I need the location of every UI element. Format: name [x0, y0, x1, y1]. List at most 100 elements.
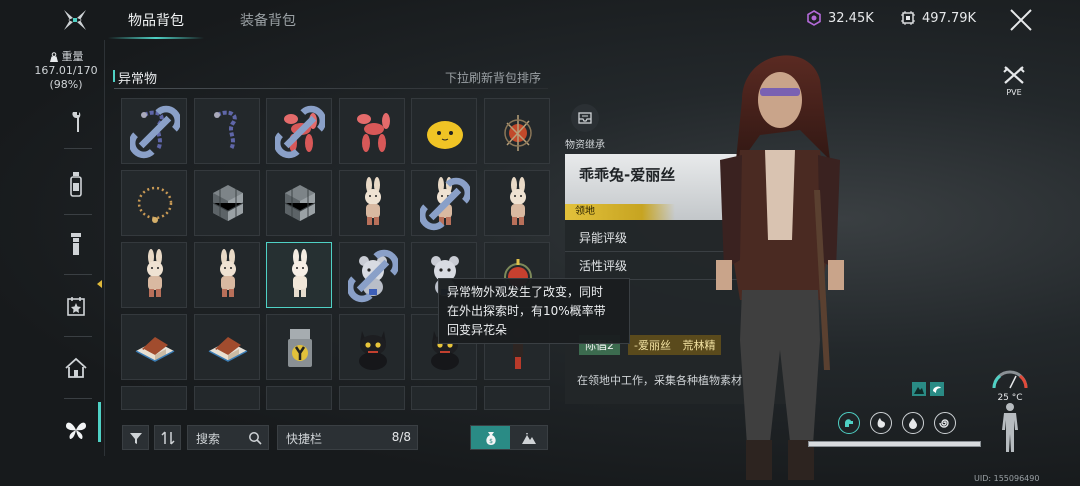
chip-icon [901, 11, 915, 25]
mountain-icon [522, 432, 536, 444]
wrench-icon [72, 112, 81, 132]
bunny-doll-icon [364, 177, 381, 225]
inventory-slot[interactable] [193, 314, 260, 380]
energy-gem-icon [807, 10, 821, 26]
toggle-terrain-view[interactable] [510, 426, 548, 449]
inventory-slot[interactable] [266, 314, 332, 380]
inventory-slot[interactable] [411, 170, 477, 236]
svg-text:$: $ [489, 438, 493, 445]
top-bar: 物品背包 装备背包 32.45K 497.79K [0, 0, 1080, 40]
weight-value: 167.01/170 [34, 64, 98, 77]
chip-value: 497.79K [922, 10, 977, 26]
bead-necklace-icon [137, 186, 173, 223]
inventory-slot[interactable] [338, 170, 405, 236]
inventory-slot[interactable] [266, 98, 332, 164]
inventory-slot[interactable] [121, 386, 187, 410]
bunny-doll-white-icon [292, 249, 308, 297]
section-title: 异常物 [112, 68, 157, 87]
stat-label: 异能评级 [579, 230, 628, 245]
section-divider [114, 88, 548, 89]
sidebar-item-home[interactable] [58, 350, 94, 386]
tooltip-line: 回变异花朵 [447, 323, 508, 337]
butterfly-logo-icon[interactable] [62, 8, 88, 32]
sort-icon [160, 430, 175, 445]
stomach-icon [877, 418, 885, 428]
gauge-icon [992, 370, 1028, 389]
quickbar-label: 快捷栏 [286, 432, 323, 446]
stamina-bar [808, 441, 981, 447]
item-partial-icon [348, 393, 398, 410]
user-id: UID: 155096490 [974, 474, 1040, 483]
item-partial-icon [130, 393, 180, 410]
tooltip-line: 在外出探索时，有10%概率带 [447, 304, 606, 318]
item-grid [121, 98, 551, 410]
filter-icon [129, 432, 142, 444]
inventory-slot[interactable] [411, 386, 477, 410]
sort-button[interactable] [154, 425, 181, 450]
swirl-icon [939, 419, 949, 428]
inventory-slot[interactable] [338, 386, 405, 410]
sidebar-item-consumables[interactable] [58, 166, 94, 202]
inventory-slot[interactable] [483, 170, 550, 236]
inventory-slot[interactable] [266, 386, 332, 410]
sidebar-item-anomalies[interactable] [58, 412, 94, 448]
crossed-guns-icon [1003, 66, 1025, 84]
weight-label: 重量 [61, 50, 84, 63]
hunger-status[interactable] [870, 412, 892, 434]
close-icon[interactable] [1007, 6, 1035, 34]
weight-percent: (98%) [49, 78, 83, 91]
inventory-slot[interactable] [193, 386, 260, 410]
thirst-status[interactable] [902, 412, 924, 434]
inventory-slot[interactable] [266, 170, 332, 236]
inventory-slot[interactable] [121, 314, 187, 380]
view-toggle: $ [470, 425, 548, 450]
inventory-slot[interactable] [338, 98, 405, 164]
item-partial-icon [203, 393, 253, 410]
refresh-hint: 下拉刷新背包排序 [445, 71, 542, 85]
weight-icon [49, 51, 58, 62]
tab-item-bag[interactable]: 物品背包 [128, 10, 184, 30]
inventory-slot[interactable] [338, 242, 405, 308]
trait-tag-name: -爱丽丝 [634, 339, 671, 352]
sidebar-divider [64, 214, 92, 215]
search-placeholder: 搜索 [196, 432, 221, 446]
inventory-slot-selected[interactable] [266, 242, 332, 308]
link-icon [347, 249, 398, 303]
inventory-slot[interactable] [483, 386, 550, 410]
inventory-slot[interactable] [121, 242, 187, 308]
quickbar-button[interactable]: 快捷栏 8/8 [277, 425, 418, 450]
currency-energy: 32.45K [806, 10, 874, 26]
sidebar-item-tools[interactable] [58, 104, 94, 140]
cabin-model-icon [135, 337, 175, 362]
inventory-slot[interactable] [121, 98, 187, 164]
sidebar-item-ammo[interactable] [58, 226, 94, 262]
toggle-bag-view[interactable]: $ [471, 426, 510, 449]
inventory-slot[interactable] [483, 98, 550, 164]
stamina-status[interactable] [838, 412, 860, 434]
link-icon [130, 105, 180, 159]
sidebar-divider [64, 398, 92, 399]
status-icons [838, 412, 956, 434]
inventory-slot[interactable] [121, 170, 187, 236]
inventory-slot[interactable] [193, 98, 260, 164]
money-bag-icon: $ [485, 431, 496, 445]
supply-inherit-button[interactable]: 物资继承 [560, 104, 610, 151]
metal-cube-icon [284, 185, 316, 221]
sidebar-item-events[interactable] [58, 288, 94, 324]
inventory-slot[interactable] [338, 314, 405, 380]
tab-equipment-bag[interactable]: 装备背包 [240, 10, 296, 30]
body-status-icon[interactable] [998, 402, 1022, 454]
flex-arm-icon [845, 419, 853, 427]
caged-orb-icon [503, 115, 532, 151]
mood-status[interactable] [934, 412, 956, 434]
inventory-slot[interactable] [193, 242, 260, 308]
search-input[interactable]: 搜索 [187, 425, 269, 450]
energy-value: 32.45K [828, 10, 874, 26]
filter-button[interactable] [122, 425, 149, 450]
inventory-slot[interactable] [193, 170, 260, 236]
currency-chip: 497.79K [900, 10, 976, 26]
bunny-doll-icon [219, 249, 236, 297]
inventory-slot[interactable] [411, 98, 477, 164]
pve-mode-button[interactable]: PVE [996, 64, 1032, 97]
link-icon [420, 177, 470, 231]
